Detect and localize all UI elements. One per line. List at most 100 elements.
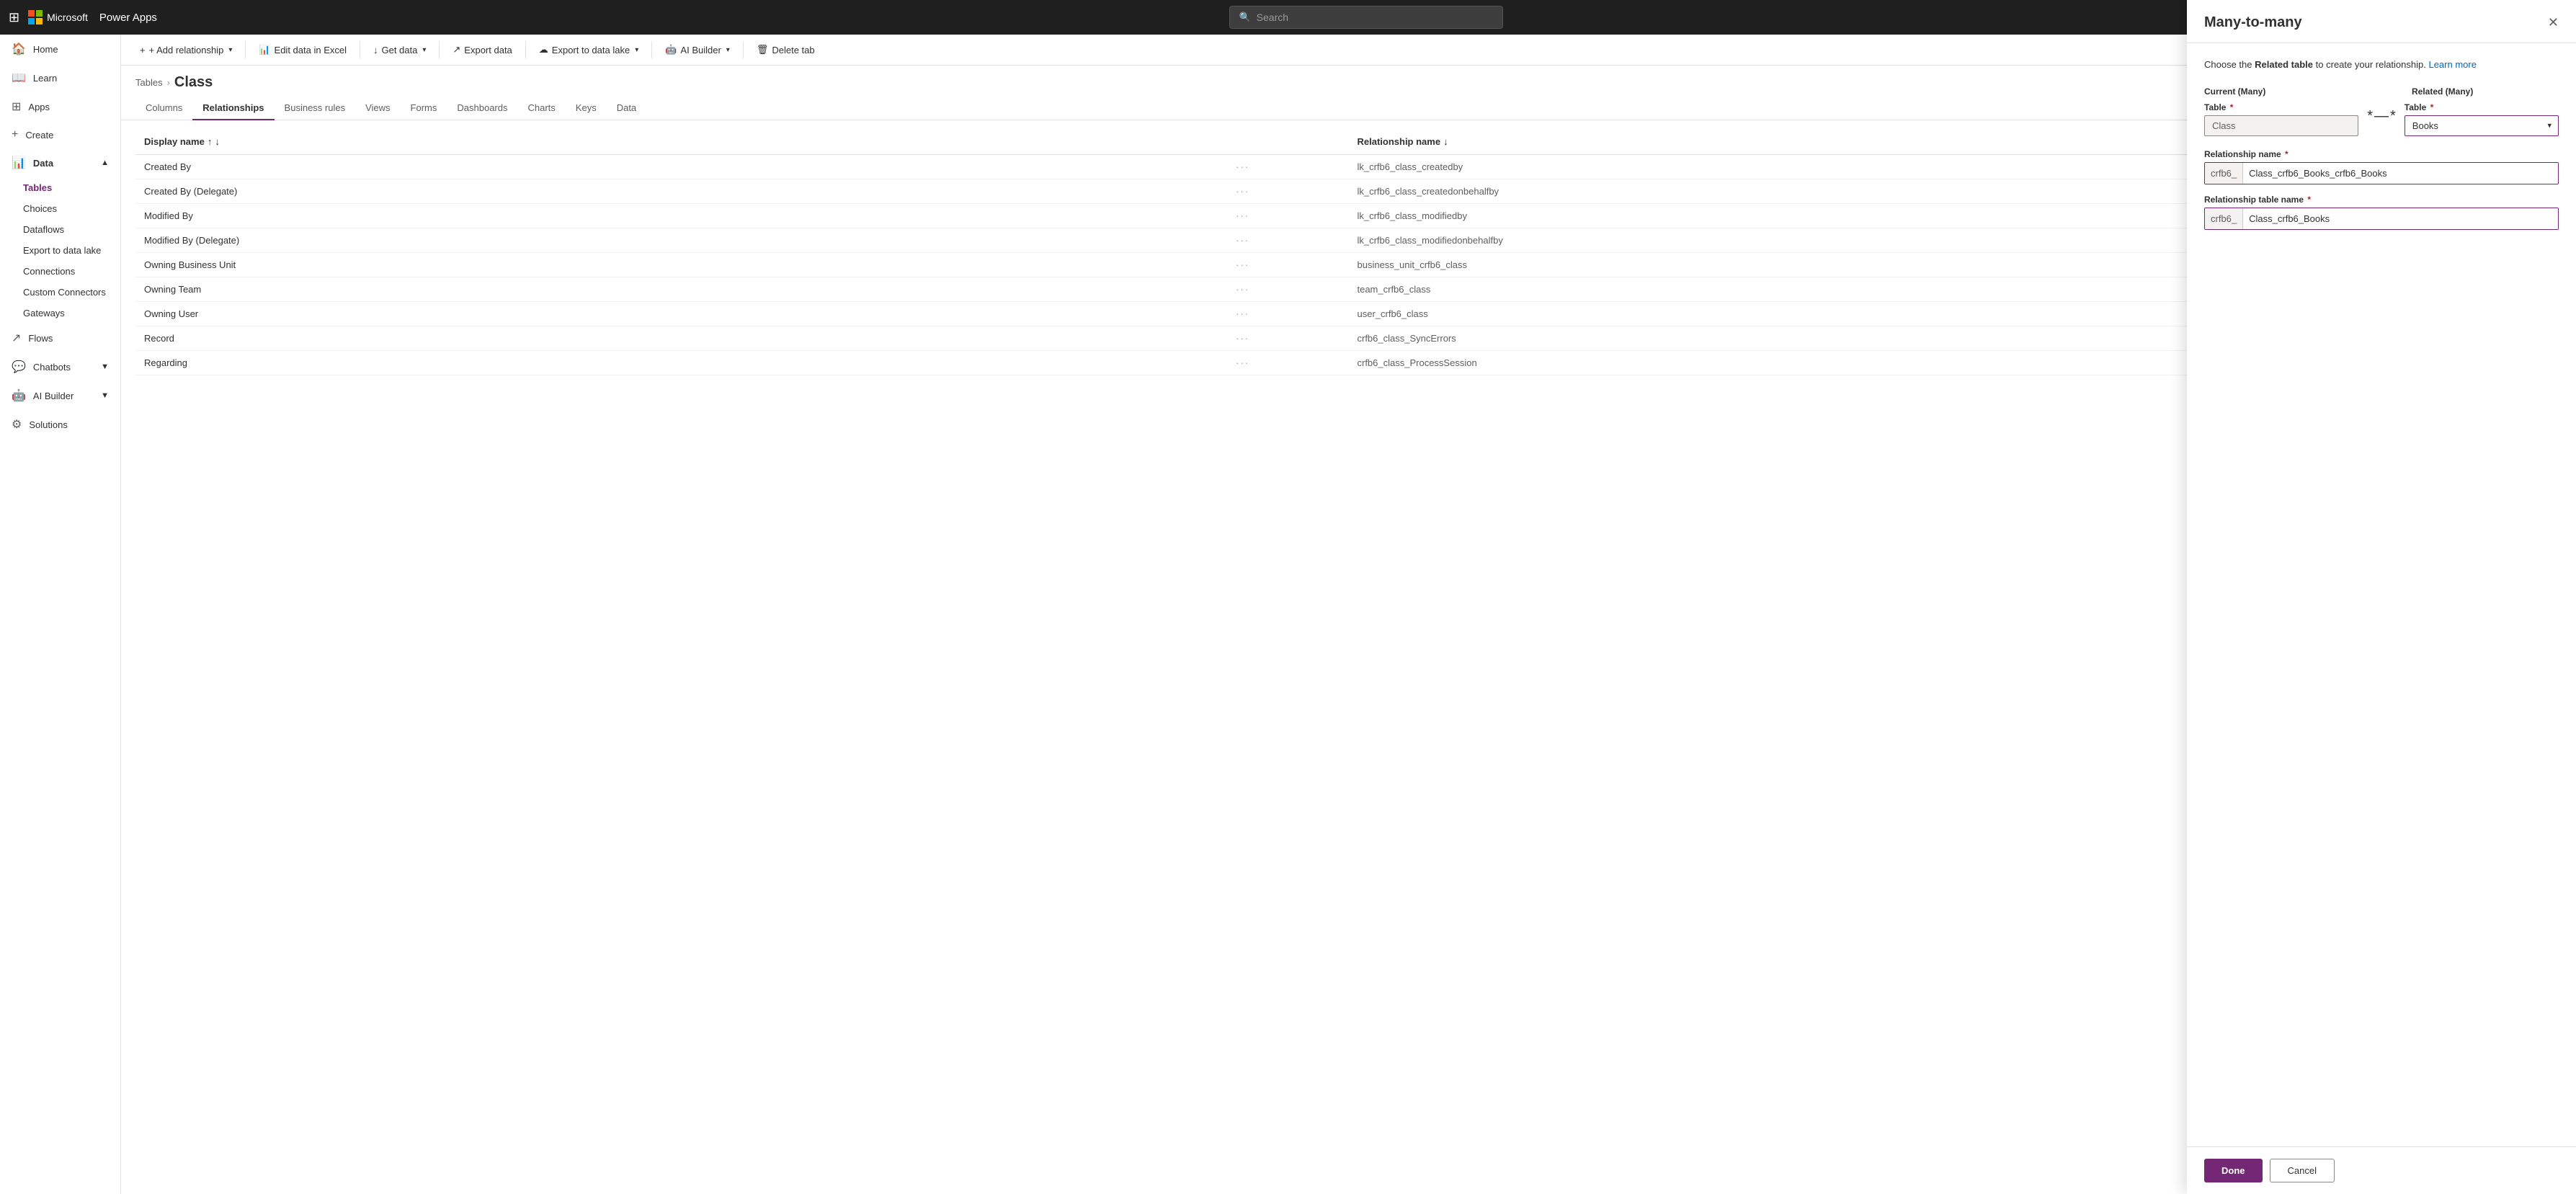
get-data-button[interactable]: ↓ Get data ▾ xyxy=(366,41,433,59)
required-star-current: * xyxy=(2230,102,2234,112)
row-menu-icon[interactable]: ··· xyxy=(1236,308,1249,319)
col-header-display: Display name ↑ ↓ xyxy=(135,129,1227,155)
cancel-button[interactable]: Cancel xyxy=(2270,1159,2335,1182)
get-data-chevron: ▾ xyxy=(422,46,426,54)
sidebar-item-tables[interactable]: Tables xyxy=(0,177,120,198)
edit-excel-icon: 📊 xyxy=(259,44,270,55)
app-name: Power Apps xyxy=(99,12,157,24)
rel-table-input[interactable] xyxy=(2243,208,2558,229)
row-menu-cell[interactable]: ··· xyxy=(1227,351,1348,375)
breadcrumb-separator: › xyxy=(167,77,170,88)
row-menu-icon[interactable]: ··· xyxy=(1236,210,1249,221)
delete-tab-icon: 🗑 xyxy=(757,44,769,55)
export-lake-chevron: ▾ xyxy=(635,46,638,54)
logo-red xyxy=(28,10,35,17)
done-button[interactable]: Done xyxy=(2204,1159,2263,1182)
tab-keys[interactable]: Keys xyxy=(566,97,607,120)
get-data-label: Get data xyxy=(381,45,417,55)
waffle-icon[interactable]: ⊞ xyxy=(9,10,19,25)
export-data-label: Export data xyxy=(464,45,512,55)
sidebar-item-ai-builder[interactable]: 🤖 AI Builder ▼ xyxy=(0,381,120,410)
delete-tab-button[interactable]: 🗑 Delete tab xyxy=(749,40,822,59)
sidebar-item-learn[interactable]: 📖 Learn xyxy=(0,63,120,92)
required-star-rel-table: * xyxy=(2307,195,2311,205)
ai-builder-button[interactable]: 🤖 AI Builder ▾ xyxy=(658,40,737,59)
sidebar-label-solutions: Solutions xyxy=(29,419,67,430)
row-menu-cell[interactable]: ··· xyxy=(1227,228,1348,253)
rel-name-input-wrapper: crfb6_ xyxy=(2204,162,2559,184)
display-name-cell: Regarding xyxy=(135,351,1227,375)
data-chevron-icon: ▲ xyxy=(101,159,109,167)
row-menu-cell[interactable]: ··· xyxy=(1227,326,1348,351)
tab-relationships[interactable]: Relationships xyxy=(192,97,274,120)
panel-desc-after: to create your relationship. xyxy=(2316,59,2429,70)
sidebar-item-solutions[interactable]: ⚙ Solutions xyxy=(0,410,120,439)
panel-close-button[interactable]: ✕ xyxy=(2548,15,2559,30)
rel-sort-icon[interactable]: ↓ xyxy=(1443,136,1448,147)
row-menu-icon[interactable]: ··· xyxy=(1236,161,1249,172)
tab-data[interactable]: Data xyxy=(607,97,646,120)
ai-builder-label: AI Builder xyxy=(680,45,721,55)
search-bar[interactable]: 🔍 xyxy=(1229,6,1503,29)
ai-builder-chevron-icon: ▼ xyxy=(101,391,109,400)
ms-logo-squares xyxy=(28,10,43,24)
panel-body: Choose the Related table to create your … xyxy=(2187,43,2576,1146)
logo-blue xyxy=(28,18,35,24)
sidebar-item-connections[interactable]: Connections xyxy=(0,261,120,282)
ai-builder-chevron: ▾ xyxy=(726,46,730,54)
row-menu-cell[interactable]: ··· xyxy=(1227,302,1348,326)
sidebar-item-flows[interactable]: ↗ Flows xyxy=(0,324,120,352)
edit-excel-button[interactable]: 📊 Edit data in Excel xyxy=(251,40,354,59)
row-menu-cell[interactable]: ··· xyxy=(1227,277,1348,302)
tab-business-rules[interactable]: Business rules xyxy=(275,97,356,120)
export-data-button[interactable]: ↗ Export data xyxy=(445,40,519,59)
sort-up-icon[interactable]: ↑ xyxy=(208,136,213,147)
sidebar-item-custom-connectors[interactable]: Custom Connectors xyxy=(0,282,120,303)
sidebar-item-gateways[interactable]: Gateways xyxy=(0,303,120,324)
sidebar-item-home[interactable]: 🏠 Home xyxy=(0,35,120,63)
rel-name-input[interactable] xyxy=(2243,163,2558,184)
learn-more-link[interactable]: Learn more xyxy=(2428,59,2476,70)
chatbots-chevron-icon: ▼ xyxy=(101,362,109,371)
sidebar-item-data[interactable]: 📊 Data ▲ xyxy=(0,148,120,177)
learn-icon: 📖 xyxy=(12,71,26,85)
row-menu-cell[interactable]: ··· xyxy=(1227,204,1348,228)
tab-columns[interactable]: Columns xyxy=(135,97,192,120)
add-relationship-button[interactable]: + + Add relationship ▾ xyxy=(133,41,239,59)
row-menu-cell[interactable]: ··· xyxy=(1227,155,1348,179)
row-menu-icon[interactable]: ··· xyxy=(1236,259,1249,270)
many-to-many-panel: Many-to-many ✕ Choose the Related table … xyxy=(2187,0,2576,1194)
search-input[interactable] xyxy=(1257,12,1494,23)
tab-charts[interactable]: Charts xyxy=(518,97,566,120)
sidebar-item-create[interactable]: + Create xyxy=(0,121,120,148)
row-menu-icon[interactable]: ··· xyxy=(1236,235,1249,246)
row-menu-cell[interactable]: ··· xyxy=(1227,253,1348,277)
sidebar-item-choices[interactable]: Choices xyxy=(0,198,120,219)
tab-forms[interactable]: Forms xyxy=(401,97,447,120)
row-menu-icon[interactable]: ··· xyxy=(1236,357,1249,368)
sidebar-label-custom-connectors: Custom Connectors xyxy=(23,287,106,298)
row-menu-icon[interactable]: ··· xyxy=(1236,333,1249,344)
create-icon: + xyxy=(12,128,18,141)
sidebar-item-export-lake[interactable]: Export to data lake xyxy=(0,240,120,261)
tab-dashboards[interactable]: Dashboards xyxy=(447,97,517,120)
sidebar-item-chatbots[interactable]: 💬 Chatbots ▼ xyxy=(0,352,120,381)
rel-name-label: Relationship name * xyxy=(2204,149,2559,159)
add-relationship-label: + Add relationship xyxy=(149,45,224,55)
row-menu-icon[interactable]: ··· xyxy=(1236,186,1249,197)
sidebar-item-dataflows[interactable]: Dataflows xyxy=(0,219,120,240)
export-lake-button[interactable]: ☁ Export to data lake ▾ xyxy=(532,40,646,59)
solutions-icon: ⚙ xyxy=(12,417,22,432)
related-table-select[interactable]: BooksAccountsContactsLeadsOpportunities xyxy=(2405,115,2559,136)
sidebar-item-apps[interactable]: ⊞ Apps xyxy=(0,92,120,121)
edit-excel-label: Edit data in Excel xyxy=(275,45,347,55)
row-menu-icon[interactable]: ··· xyxy=(1236,284,1249,295)
ai-builder-tb-icon: 🤖 xyxy=(665,44,677,55)
row-menu-cell[interactable]: ··· xyxy=(1227,179,1348,204)
tab-views[interactable]: Views xyxy=(355,97,400,120)
display-name-cell: Owning Business Unit xyxy=(135,253,1227,277)
breadcrumb-parent[interactable]: Tables xyxy=(135,77,163,88)
sort-down-icon[interactable]: ↓ xyxy=(215,136,220,147)
microsoft-logo: Microsoft xyxy=(28,10,88,24)
sidebar-label-learn: Learn xyxy=(33,73,57,84)
